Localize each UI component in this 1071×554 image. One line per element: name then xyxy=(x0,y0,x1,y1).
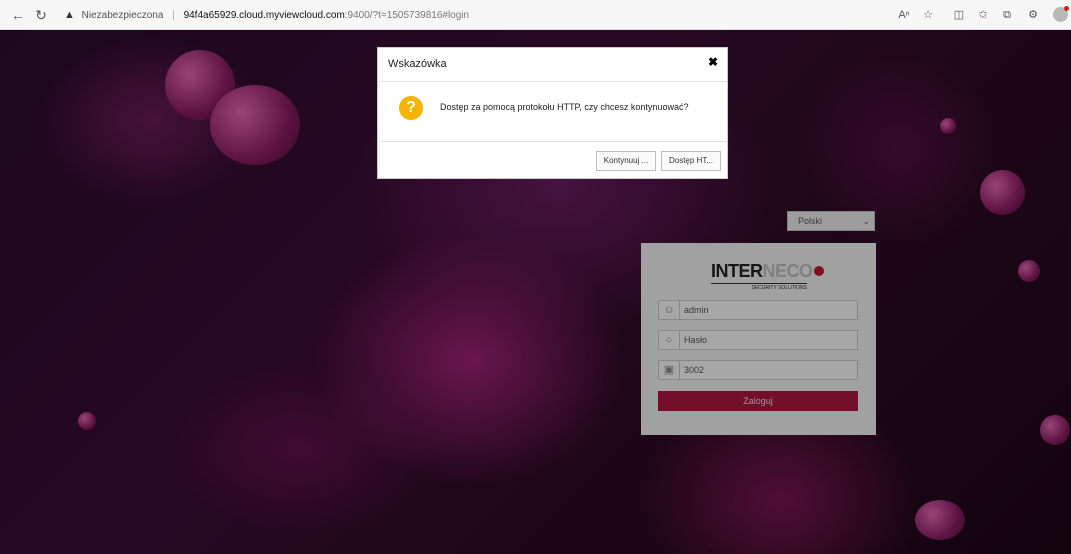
continue-button[interactable]: Kontynuuj ... xyxy=(596,151,656,171)
collections-icon[interactable]: ⧉ xyxy=(1000,8,1014,22)
http-access-button[interactable]: Dostęp HT... xyxy=(661,151,721,171)
warning-icon: ▲ xyxy=(64,9,75,21)
dialog-title: Wskazówka xyxy=(388,58,447,70)
http-warning-dialog: Wskazówka ✖ ? Dostęp za pomocą protokołu… xyxy=(377,47,728,179)
reload-icon[interactable]: ↻ xyxy=(33,7,49,23)
url-path: :9400/?t=1505739816#login xyxy=(344,10,470,21)
dialog-divider xyxy=(378,81,727,82)
extensions-icon[interactable]: ⚙ xyxy=(1026,8,1040,22)
url-separator: | xyxy=(172,10,175,21)
split-screen-icon[interactable]: ◫ xyxy=(952,8,966,22)
notification-dot xyxy=(1064,6,1069,11)
read-aloud-icon[interactable]: Aⁿ xyxy=(897,8,911,22)
dialog-divider xyxy=(378,141,727,142)
security-label: Niezabezpieczona xyxy=(81,10,164,21)
dialog-message: Dostęp za pomocą protokołu HTTP, czy chc… xyxy=(440,102,689,112)
profile-avatar-icon[interactable] xyxy=(1053,6,1069,22)
question-icon: ? xyxy=(399,96,423,120)
favorite-star-icon[interactable]: ☆ xyxy=(921,8,935,22)
browser-toolbar: ← ↻ ▲ Niezabezpieczona | 94f4a65929.clou… xyxy=(0,0,1071,30)
address-bar[interactable]: ▲ Niezabezpieczona | 94f4a65929.cloud.my… xyxy=(64,5,884,25)
back-icon[interactable]: ← xyxy=(10,7,26,23)
close-icon[interactable]: ✖ xyxy=(708,55,718,69)
url-host: 94f4a65929.cloud.myviewcloud.com xyxy=(183,10,345,21)
favorites-list-icon[interactable]: ✩ xyxy=(976,8,990,22)
